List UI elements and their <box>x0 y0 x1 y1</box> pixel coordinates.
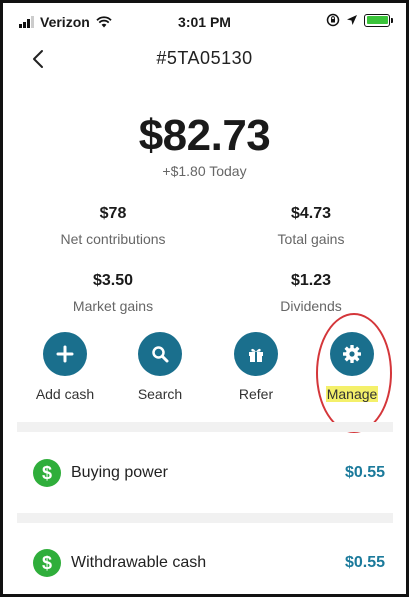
manage-label: Manage <box>325 386 379 402</box>
stat-total-gains: $4.73 Total gains <box>211 205 406 247</box>
search-label: Search <box>137 386 183 402</box>
orientation-lock-icon <box>326 13 340 27</box>
buying-power-row[interactable]: $ Buying power $0.55 <box>33 453 385 493</box>
add-cash-button[interactable]: Add cash <box>25 332 105 404</box>
stat-value: $4.73 <box>290 205 332 222</box>
plus-icon <box>56 345 74 363</box>
search-button[interactable]: Search <box>120 332 200 404</box>
stat-label: Net contributions <box>60 231 166 247</box>
page-title: #5TA05130 <box>156 48 253 68</box>
stat-net-contributions: $78 Net contributions <box>13 205 213 247</box>
dollar-icon: $ <box>33 459 61 487</box>
add-cash-circle[interactable] <box>43 332 87 376</box>
status-right <box>326 13 393 27</box>
stat-label: Dividends <box>280 298 342 314</box>
stat-dividends: $1.23 Dividends <box>211 272 406 314</box>
battery-icon <box>364 13 393 27</box>
section-divider <box>17 422 393 432</box>
refer-button[interactable]: Refer <box>216 332 296 404</box>
refer-label: Refer <box>238 386 274 402</box>
row-label: Buying power <box>71 464 168 481</box>
dollar-icon: $ <box>33 549 61 577</box>
stat-label: Total gains <box>277 231 345 247</box>
section-divider <box>17 513 393 523</box>
refer-circle[interactable] <box>234 332 278 376</box>
status-bar: Verizon 3:01 PM <box>3 3 406 39</box>
row-amount: $0.55 <box>344 554 385 571</box>
stat-market-gains: $3.50 Market gains <box>13 272 213 314</box>
app-screen: Verizon 3:01 PM #5TA05130 $82.73 +$1.80 … <box>0 0 409 597</box>
add-cash-label: Add cash <box>35 386 95 402</box>
stat-label: Market gains <box>72 298 154 314</box>
row-label: Withdrawable cash <box>71 554 207 571</box>
account-balance: $82.73 <box>138 111 271 160</box>
stat-value: $78 <box>99 205 127 222</box>
stat-value: $1.23 <box>290 272 332 289</box>
gift-icon <box>249 348 263 362</box>
location-icon <box>347 15 357 25</box>
withdrawable-cash-row[interactable]: $ Withdrawable cash $0.55 <box>33 543 385 583</box>
search-circle[interactable] <box>138 332 182 376</box>
today-change: +$1.80 Today <box>162 163 247 179</box>
manage-button[interactable]: Manage <box>312 332 392 404</box>
row-amount: $0.55 <box>344 464 385 481</box>
search-icon <box>152 346 169 363</box>
gear-icon <box>343 345 361 363</box>
manage-circle[interactable] <box>330 332 374 376</box>
stat-value: $3.50 <box>92 272 134 289</box>
